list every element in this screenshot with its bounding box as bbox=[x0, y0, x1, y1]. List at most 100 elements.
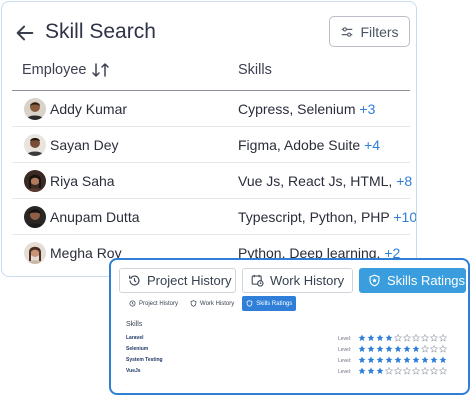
star-empty-icon bbox=[439, 345, 447, 353]
skill-rating-row: VueJs Level: bbox=[126, 367, 456, 378]
more-skills-link[interactable]: +3 bbox=[359, 101, 375, 117]
history-tabs: Project History Work History Skills Rati… bbox=[119, 268, 466, 293]
star-filled-icon bbox=[430, 356, 438, 363]
column-header-skills-label: Skills bbox=[238, 62, 272, 78]
star-empty-icon bbox=[403, 367, 411, 375]
skill-ratings-list: Laravel Level: Selenium Level: System Testin… bbox=[126, 334, 456, 378]
star-filled-icon bbox=[439, 356, 447, 363]
column-header-employee[interactable]: Employee bbox=[22, 62, 110, 78]
tab-project-history[interactable]: Project History bbox=[119, 268, 236, 293]
more-skills-link[interactable]: +10 bbox=[393, 209, 416, 225]
star-filled-icon bbox=[358, 345, 366, 352]
mini-tab-label: Project History bbox=[139, 300, 179, 307]
star-filled-icon bbox=[394, 356, 402, 363]
avatar bbox=[24, 170, 46, 192]
level-label: Level: bbox=[338, 336, 352, 342]
skill-name: System Testing bbox=[126, 357, 163, 363]
star-empty-icon bbox=[421, 334, 429, 342]
level-label: Level: bbox=[338, 347, 352, 353]
avatar bbox=[24, 242, 46, 264]
star-filled-icon bbox=[403, 356, 411, 363]
star-filled-icon bbox=[376, 334, 384, 341]
star-empty-icon bbox=[385, 367, 393, 375]
employee-skills: Figma, Adobe Suite +4 bbox=[238, 137, 380, 153]
level-label: Level: bbox=[338, 369, 352, 375]
star-empty-icon bbox=[412, 367, 420, 375]
tab-label: Project History bbox=[147, 273, 232, 288]
more-skills-link[interactable]: +4 bbox=[364, 137, 380, 153]
skill-name: Laravel bbox=[126, 335, 144, 341]
more-skills-link[interactable]: +8 bbox=[396, 173, 412, 189]
skill-rating-row: Selenium Level: bbox=[126, 345, 456, 356]
shield-icon bbox=[369, 274, 380, 287]
skill-rating-row: Laravel Level: bbox=[126, 334, 456, 345]
star-filled-icon bbox=[358, 367, 366, 374]
star-filled-icon bbox=[367, 345, 375, 352]
filters-button[interactable]: Filters bbox=[329, 16, 410, 47]
star-filled-icon bbox=[412, 356, 420, 363]
star-filled-icon bbox=[376, 367, 384, 374]
employee-skills: Vue Js, React Js, HTML, +8 bbox=[238, 173, 412, 189]
star-filled-icon bbox=[385, 345, 393, 352]
tab-label: Work History bbox=[270, 273, 345, 288]
table-row[interactable]: Riya Saha Vue Js, React Js, HTML, +8 bbox=[12, 163, 412, 199]
table-row[interactable]: Anupam Dutta Typescript, Python, PHP +10 bbox=[12, 199, 416, 235]
star-empty-icon bbox=[439, 367, 447, 375]
star-empty-icon bbox=[421, 345, 429, 353]
calendar-clock-icon bbox=[251, 274, 264, 287]
star-filled-icon bbox=[367, 334, 375, 341]
filter-sliders-icon bbox=[342, 26, 353, 37]
star-empty-icon bbox=[421, 367, 429, 375]
skill-name: VueJs bbox=[126, 368, 141, 374]
star-empty-icon bbox=[430, 367, 438, 375]
star-empty-icon bbox=[394, 367, 402, 375]
star-empty-icon bbox=[394, 334, 402, 342]
star-filled-icon bbox=[403, 345, 411, 352]
star-filled-icon bbox=[367, 356, 375, 363]
star-filled-icon bbox=[421, 356, 429, 363]
shield-icon bbox=[246, 300, 253, 307]
skills-heading: Skills bbox=[126, 321, 143, 328]
avatar bbox=[24, 98, 46, 120]
star-rating bbox=[358, 356, 447, 364]
back-arrow-icon[interactable] bbox=[14, 22, 36, 44]
level-label: Level: bbox=[338, 358, 352, 364]
sort-icon[interactable] bbox=[92, 62, 110, 78]
employee-name: Sayan Dey bbox=[50, 137, 119, 153]
star-filled-icon bbox=[367, 367, 375, 374]
star-empty-icon bbox=[430, 334, 438, 342]
mini-tab-project-history[interactable]: Project History bbox=[125, 296, 182, 311]
employee-name: Anupam Dutta bbox=[50, 209, 140, 225]
tab-work-history[interactable]: Work History bbox=[242, 268, 353, 293]
table-row[interactable]: Addy Kumar Cypress, Selenium +3 bbox=[12, 91, 410, 127]
tab-label: Skills Ratings bbox=[387, 273, 466, 288]
mini-tab-label: Work History bbox=[200, 300, 235, 307]
column-header-employee-label: Employee bbox=[22, 62, 87, 78]
skill-name: Selenium bbox=[126, 346, 149, 352]
star-filled-icon bbox=[385, 356, 393, 363]
history-clock-icon bbox=[129, 275, 140, 286]
employee-skills: Typescript, Python, PHP +10 bbox=[238, 209, 416, 225]
star-rating bbox=[358, 367, 447, 375]
star-rating bbox=[358, 334, 447, 342]
tab-skills-ratings[interactable]: Skills Ratings bbox=[359, 268, 466, 293]
star-empty-icon bbox=[439, 334, 447, 342]
employee-skills: Cypress, Selenium +3 bbox=[238, 101, 375, 117]
shield-icon bbox=[190, 300, 197, 307]
mini-tab-skills-ratings[interactable]: Skills Ratings bbox=[242, 296, 297, 311]
star-filled-icon bbox=[376, 356, 384, 363]
filters-label: Filters bbox=[360, 23, 399, 40]
history-clock-icon bbox=[129, 300, 136, 307]
employee-name: Megha Roy bbox=[50, 245, 122, 261]
skills-list: Cypress, Selenium bbox=[238, 101, 356, 117]
skill-rating-row: System Testing Level: bbox=[126, 356, 456, 367]
star-empty-icon bbox=[430, 345, 438, 353]
table-row[interactable]: Sayan Dey Figma, Adobe Suite +4 bbox=[12, 127, 410, 163]
star-filled-icon bbox=[394, 345, 402, 352]
employee-name: Addy Kumar bbox=[50, 101, 128, 117]
star-filled-icon bbox=[412, 345, 420, 352]
star-filled-icon bbox=[358, 356, 366, 363]
star-filled-icon bbox=[385, 334, 393, 341]
skills-list: Figma, Adobe Suite bbox=[238, 137, 361, 153]
mini-tab-work-history[interactable]: Work History bbox=[186, 296, 238, 311]
